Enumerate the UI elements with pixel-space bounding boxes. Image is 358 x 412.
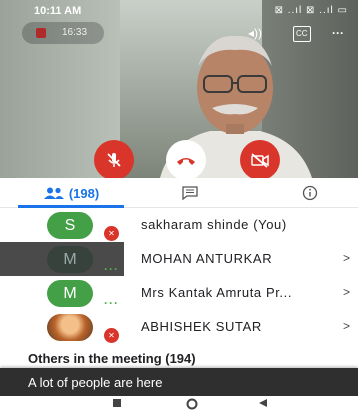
record-icon — [36, 28, 46, 38]
participant-name: ABHISHEK SUTAR — [141, 319, 262, 334]
tab-chat[interactable] — [150, 178, 230, 208]
people-icon — [43, 187, 64, 199]
speaking-indicator-icon: ··· — [104, 262, 119, 276]
speaking-indicator-icon: ··· — [104, 296, 119, 310]
avatar: M — [47, 280, 93, 307]
back-icon[interactable] — [258, 398, 268, 408]
system-icons: ⊠ ..ıl ⊠ ..ıl ▭ — [274, 5, 348, 16]
chevron-right-icon[interactable]: > — [343, 285, 350, 299]
muted-icon: ✕ — [104, 328, 119, 343]
mic-off-icon — [107, 153, 121, 167]
toast-notification: A lot of people are here — [0, 368, 358, 396]
timer-text: 16:33 — [62, 27, 88, 38]
video-feed: 10:11 AM ⊠ ..ıl ⊠ ..ıl ▭ 16:33 ◂)) CC ··… — [0, 0, 358, 178]
status-bar: 10:11 AM ⊠ ..ıl ⊠ ..ıl ▭ — [0, 0, 358, 22]
people-count: (198) — [68, 185, 100, 201]
muted-icon: ✕ — [104, 226, 119, 241]
recents-icon[interactable] — [112, 398, 122, 408]
captions-icon[interactable]: CC — [293, 26, 311, 42]
others-heading: Others in the meeting (194) — [28, 351, 196, 366]
chat-icon — [182, 186, 198, 200]
participant-row[interactable]: ✕ ABHISHEK SUTAR > — [0, 310, 358, 344]
participant-row[interactable]: M ··· Mrs Kantak Amruta Pr... > — [0, 276, 358, 310]
camera-toggle-button[interactable] — [240, 140, 280, 178]
info-icon — [302, 185, 318, 201]
avatar-photo — [47, 314, 93, 341]
home-icon[interactable] — [186, 398, 198, 410]
mic-toggle-button[interactable] — [94, 140, 134, 178]
camera-off-icon — [251, 153, 269, 168]
avatar: S — [47, 212, 93, 239]
participant-row[interactable]: S ✕ sakharam shinde (You) — [0, 208, 358, 242]
more-options-icon[interactable]: ··· — [332, 26, 344, 40]
navigation-bar — [0, 396, 358, 412]
participant-row[interactable]: M ··· MOHAN ANTURKAR > — [0, 242, 358, 276]
speaker-icon[interactable]: ◂)) — [248, 26, 262, 40]
avatar: M — [47, 246, 93, 273]
end-call-button[interactable] — [166, 140, 206, 178]
call-timer: 16:33 — [22, 22, 104, 44]
tab-info[interactable] — [280, 178, 340, 208]
status-time: 10:11 AM — [34, 5, 82, 17]
chevron-right-icon[interactable]: > — [343, 251, 350, 265]
hangup-icon — [177, 158, 195, 165]
tab-bar: (198) — [0, 178, 358, 208]
tab-people[interactable]: (198) — [18, 178, 124, 208]
participant-name: MOHAN ANTURKAR — [141, 251, 273, 266]
participant-name: sakharam shinde (You) — [141, 217, 287, 232]
participant-name: Mrs Kantak Amruta Pr... — [141, 285, 293, 300]
chevron-right-icon[interactable]: > — [343, 319, 350, 333]
toast-text: A lot of people are here — [28, 375, 163, 390]
